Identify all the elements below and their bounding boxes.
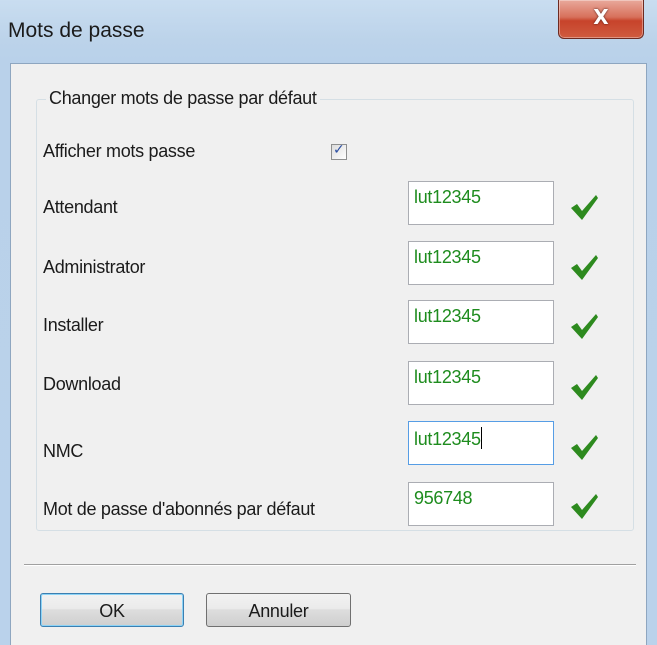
administrator-label: Administrator	[43, 257, 146, 277]
dialog-window: Mots de passe X Changer mots de passe pa…	[0, 0, 657, 645]
nmc-password-field[interactable]: lut12345	[408, 421, 554, 465]
title-bar[interactable]: Mots de passe X	[0, 0, 657, 62]
download-label: Download	[43, 374, 121, 394]
close-button[interactable]: X	[558, 0, 644, 39]
installer-label: Installer	[43, 315, 104, 335]
groupbox-title: Changer mots de passe par défaut	[46, 88, 320, 109]
ok-button[interactable]: OK	[40, 593, 184, 627]
button-separator	[24, 564, 636, 566]
subscriber-password-field[interactable]: 956748	[408, 482, 554, 526]
show-passwords-checkbox[interactable]: ✓	[331, 142, 347, 160]
installer-password-field[interactable]: lut12345	[408, 300, 554, 344]
subscriber-password-label: Mot de passe d'abonnés par défaut	[43, 499, 315, 519]
attendant-password-field[interactable]: lut12345	[408, 181, 554, 225]
attendant-password-value: lut12345	[414, 187, 481, 207]
installer-password-value: lut12345	[414, 306, 481, 326]
attendant-valid-check-icon	[571, 195, 598, 220]
download-password-value: lut12345	[414, 367, 481, 387]
subscriber-valid-check-icon	[571, 494, 598, 519]
checkbox-check-icon: ✓	[333, 142, 345, 158]
window-title: Mots de passe	[8, 19, 145, 42]
administrator-password-value: lut12345	[414, 247, 481, 267]
administrator-password-field[interactable]: lut12345	[408, 241, 554, 285]
attendant-label: Attendant	[43, 197, 118, 217]
nmc-valid-check-icon	[571, 435, 598, 460]
nmc-label: NMC	[43, 441, 84, 461]
show-passwords-label: Afficher mots passe	[43, 141, 196, 161]
cancel-button[interactable]: Annuler	[206, 593, 351, 627]
download-password-field[interactable]: lut12345	[408, 361, 554, 405]
nmc-password-value: lut12345	[414, 429, 481, 449]
subscriber-password-value: 956748	[414, 488, 473, 508]
dialog-content: Changer mots de passe par défaut Affiche…	[10, 63, 647, 645]
administrator-valid-check-icon	[571, 255, 598, 280]
text-caret	[480, 427, 483, 449]
close-icon: X	[593, 5, 609, 29]
download-valid-check-icon	[571, 375, 598, 400]
installer-valid-check-icon	[571, 314, 598, 339]
